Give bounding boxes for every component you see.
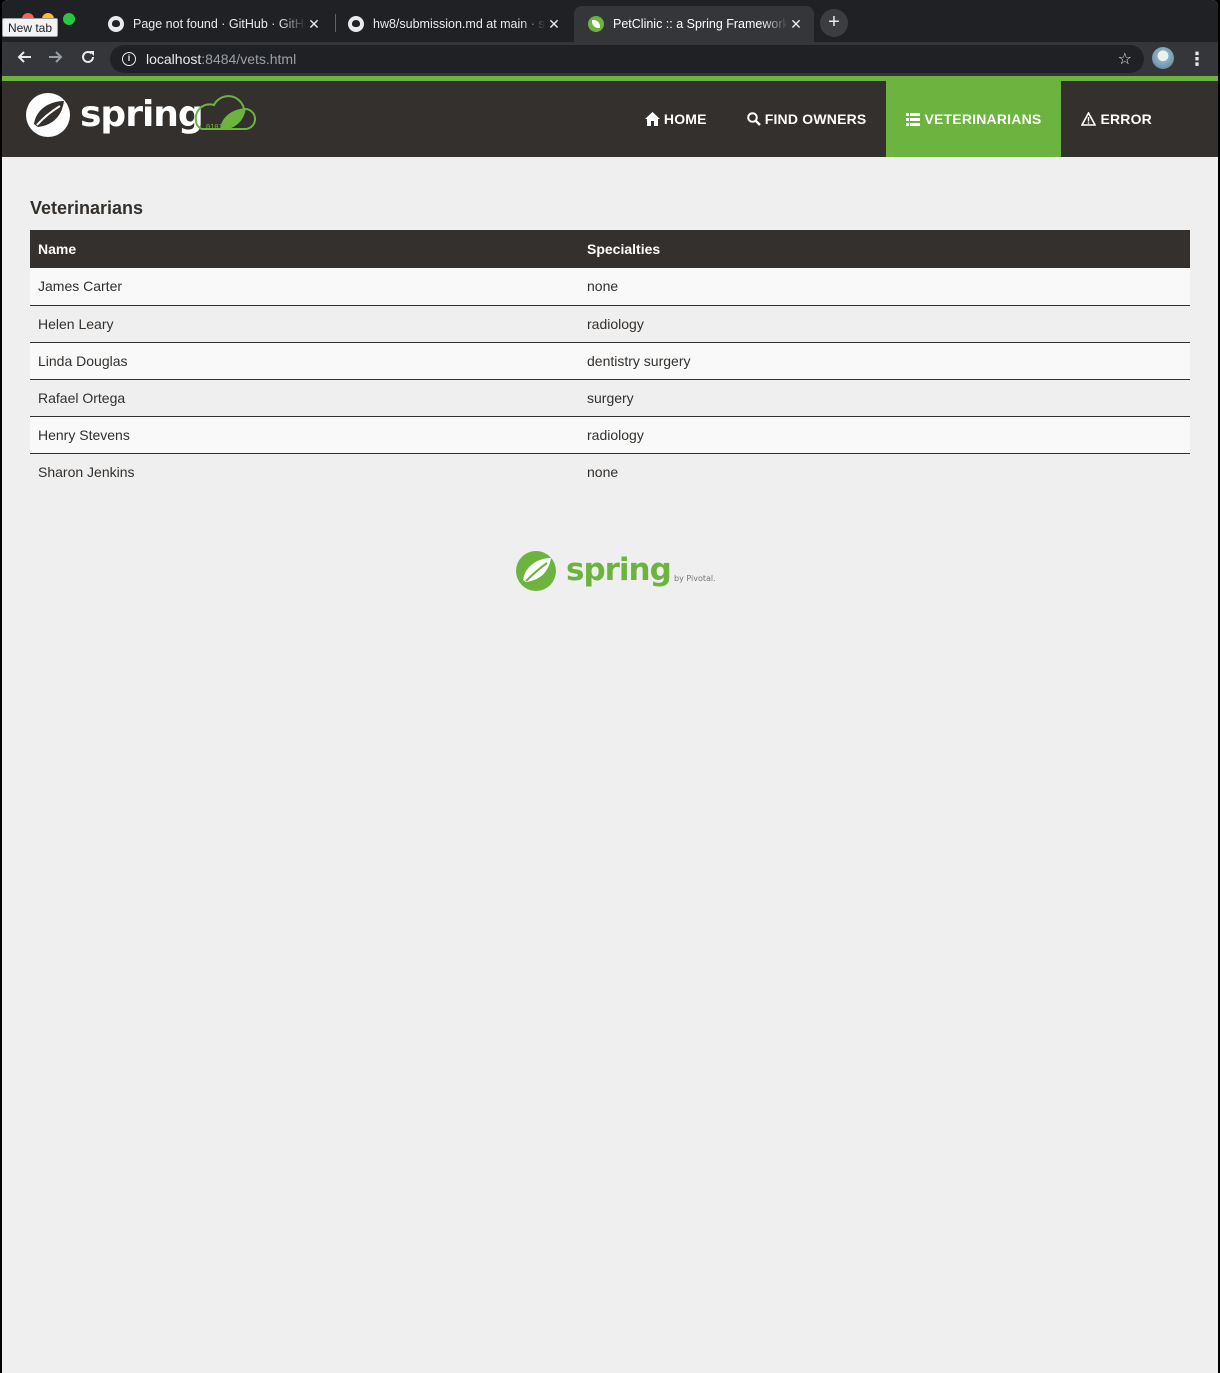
warning-icon: [1081, 112, 1097, 126]
vet-name: Linda Douglas: [38, 352, 128, 369]
vet-name: Sharon Jenkins: [38, 463, 135, 480]
table-row: James Carter none: [30, 268, 1190, 305]
svg-text:by Pivotal.: by Pivotal.: [674, 574, 716, 583]
vet-name: Henry Stevens: [38, 426, 130, 443]
tab-title: hw8/submission.md at main · s: [373, 17, 545, 31]
forward-button[interactable]: [43, 46, 69, 72]
vet-specialties: surgery: [587, 389, 634, 406]
close-icon[interactable]: ✕: [788, 16, 804, 33]
column-header-specialties: Specialties: [587, 241, 661, 257]
vet-specialties: none: [587, 463, 619, 480]
nav-menu: HOME FIND OWNERS VETERINARIANS ERROR: [625, 81, 1172, 157]
browser-toolbar: i localhost:8484/vets.html ☆ ⋮: [2, 42, 1218, 76]
nav-veterinarians[interactable]: VETERINARIANS: [886, 81, 1062, 157]
nav-find-owners[interactable]: FIND OWNERS: [727, 81, 887, 157]
menu-icon[interactable]: ⋮: [1188, 46, 1206, 72]
tab-strip: New tab Page not found · GitHub · GitHub…: [2, 0, 1218, 42]
tooltip: New tab: [2, 18, 59, 37]
table-row: Sharon Jenkins none: [30, 453, 1190, 490]
main-content: Veterinarians Name Specialties James Car…: [30, 157, 1190, 490]
vet-name: Rafael Ortega: [38, 389, 126, 406]
github-icon: [348, 16, 364, 32]
vet-specialties: dentistry surgery: [587, 352, 691, 369]
svg-text:0101: 0101: [206, 123, 223, 131]
vet-name: Helen Leary: [38, 315, 114, 332]
tab-title: Page not found · GitHub · GitHub: [133, 17, 306, 31]
spring-by-pivotal-logo: spring by Pivotal.: [514, 548, 718, 594]
star-icon[interactable]: ☆: [1118, 49, 1132, 69]
nav-home[interactable]: HOME: [625, 81, 727, 157]
back-button[interactable]: [11, 46, 37, 72]
tab-title: PetClinic :: a Spring Framework: [613, 17, 788, 31]
nav-error[interactable]: ERROR: [1061, 81, 1172, 157]
table-header-row: Name Specialties: [30, 230, 1190, 268]
table-row: Helen Leary radiology: [30, 305, 1190, 342]
close-icon[interactable]: ✕: [306, 16, 322, 33]
vet-specialties: radiology: [587, 426, 644, 443]
spring-leaf-icon: [588, 16, 604, 32]
new-tab-button[interactable]: +: [820, 9, 848, 37]
browser-window: New tab Page not found · GitHub · GitHub…: [2, 0, 1218, 1373]
site-navbar: spring 0101 HOME FIND OWNERS VETERINARIA…: [2, 81, 1218, 157]
reload-icon: [82, 50, 94, 63]
list-icon: [906, 112, 921, 126]
column-header-name: Name: [38, 241, 77, 257]
table-row: Rafael Ortega surgery: [30, 379, 1190, 416]
vets-table: Name Specialties James Carter none Helen…: [30, 230, 1190, 490]
page-title: Veterinarians: [30, 198, 144, 218]
table-row: Linda Douglas dentistry surgery: [30, 342, 1190, 379]
nav-veterinarians-label: VETERINARIANS: [924, 111, 1042, 127]
nav-home-label: HOME: [663, 111, 707, 127]
reload-button[interactable]: [75, 46, 101, 72]
tab-github-submission[interactable]: hw8/submission.md at main · s ✕: [334, 6, 572, 42]
tab-petclinic[interactable]: PetClinic :: a Spring Framework ✕: [574, 6, 814, 42]
vet-specialties: radiology: [587, 315, 644, 332]
nav-find-owners-label: FIND OWNERS: [764, 111, 867, 127]
close-icon[interactable]: ✕: [546, 16, 562, 33]
info-icon[interactable]: i: [122, 52, 136, 66]
nav-error-label: ERROR: [1100, 111, 1152, 127]
vet-name: James Carter: [38, 278, 123, 295]
home-icon: [644, 112, 660, 126]
svg-text:spring: spring: [80, 94, 203, 135]
url-host: localhost: [146, 51, 202, 67]
github-icon: [108, 16, 124, 32]
maximize-window-button[interactable]: [63, 13, 75, 25]
address-bar[interactable]: i localhost:8484/vets.html ☆: [110, 45, 1144, 73]
search-icon: [746, 112, 761, 126]
profile-avatar[interactable]: [1152, 47, 1174, 69]
table-row: Henry Stevens radiology: [30, 416, 1190, 453]
arrow-left-icon: [17, 51, 31, 63]
spring-logo[interactable]: spring 0101: [24, 91, 256, 139]
vet-specialties: none: [587, 278, 619, 295]
svg-text:spring: spring: [566, 552, 671, 588]
url-path: :8484/vets.html: [201, 51, 297, 67]
tab-github-not-found[interactable]: Page not found · GitHub · GitHub ✕: [94, 6, 332, 42]
arrow-right-icon: [49, 51, 63, 63]
